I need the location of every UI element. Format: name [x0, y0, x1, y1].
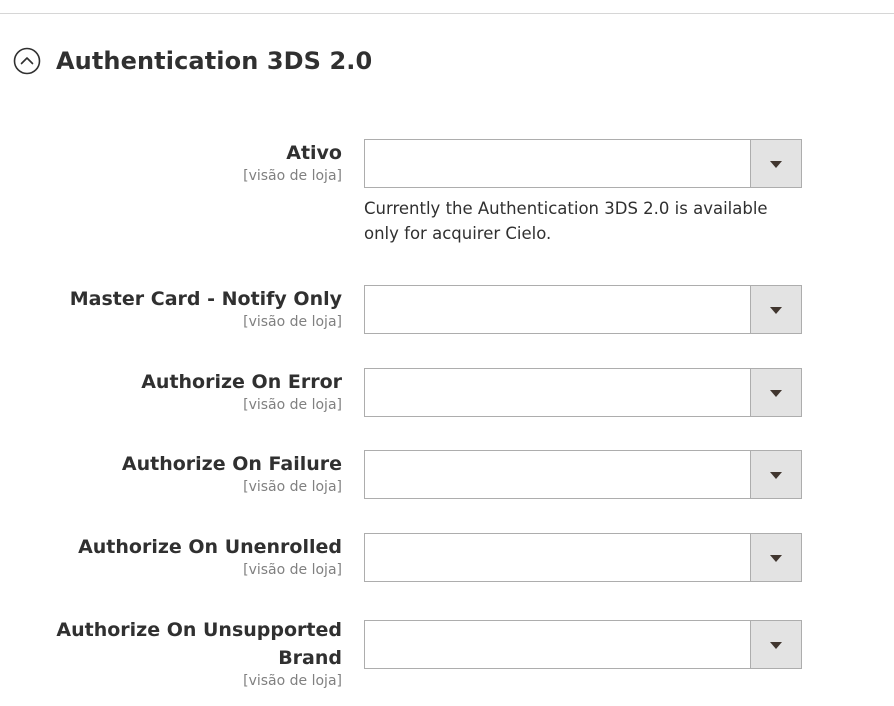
select-toggle-button[interactable]	[750, 286, 801, 333]
field-label: Authorize On Unsupported Brand	[56, 619, 342, 669]
field-label: Ativo	[286, 142, 342, 164]
caret-down-icon	[770, 307, 782, 314]
scope-label: [visão de loja]	[243, 562, 342, 578]
field-label-group: Authorize On Failure [visão de loja]	[12, 450, 342, 496]
scope-label: [visão de loja]	[243, 168, 342, 184]
field-label: Authorize On Error	[141, 371, 342, 393]
scope-label: [visão de loja]	[243, 314, 342, 330]
section-header-authentication-3ds[interactable]: Authentication 3DS 2.0	[13, 44, 372, 78]
authorize-on-unenrolled-select[interactable]	[364, 533, 802, 582]
field-label-group: Ativo [visão de loja]	[12, 139, 342, 185]
select-toggle-button[interactable]	[750, 140, 801, 187]
caret-down-icon	[770, 472, 782, 479]
select-toggle-button[interactable]	[750, 621, 801, 668]
field-note: Currently the Authentication 3DS 2.0 is …	[364, 199, 768, 243]
authorize-on-failure-select[interactable]	[364, 450, 802, 499]
authorize-on-unsupported-brand-select[interactable]	[364, 620, 802, 669]
field-label: Authorize On Failure	[121, 453, 342, 475]
select-toggle-button[interactable]	[750, 451, 801, 498]
field-label: Authorize On Unenrolled	[78, 536, 342, 558]
scope-label: [visão de loja]	[243, 479, 342, 495]
ativo-select[interactable]	[364, 139, 802, 188]
field-label: Master Card - Notify Only	[69, 288, 342, 310]
caret-down-icon	[770, 642, 782, 649]
field-label-group: Authorize On Unsupported Brand [visão de…	[42, 616, 342, 690]
caret-down-icon	[770, 161, 782, 168]
caret-down-icon	[770, 390, 782, 397]
scope-label: [visão de loja]	[243, 397, 342, 413]
master-card-notify-only-select[interactable]	[364, 285, 802, 334]
field-label-group: Master Card - Notify Only [visão de loja…	[12, 285, 342, 331]
select-toggle-button[interactable]	[750, 369, 801, 416]
section-divider	[0, 13, 894, 14]
field-label-group: Authorize On Unenrolled [visão de loja]	[12, 533, 342, 579]
select-toggle-button[interactable]	[750, 534, 801, 581]
chevron-up-circle-icon[interactable]	[13, 47, 41, 75]
scope-label: [visão de loja]	[243, 673, 342, 689]
caret-down-icon	[770, 555, 782, 562]
section-title: Authentication 3DS 2.0	[56, 47, 373, 75]
authorize-on-error-select[interactable]	[364, 368, 802, 417]
field-label-group: Authorize On Error [visão de loja]	[12, 368, 342, 414]
